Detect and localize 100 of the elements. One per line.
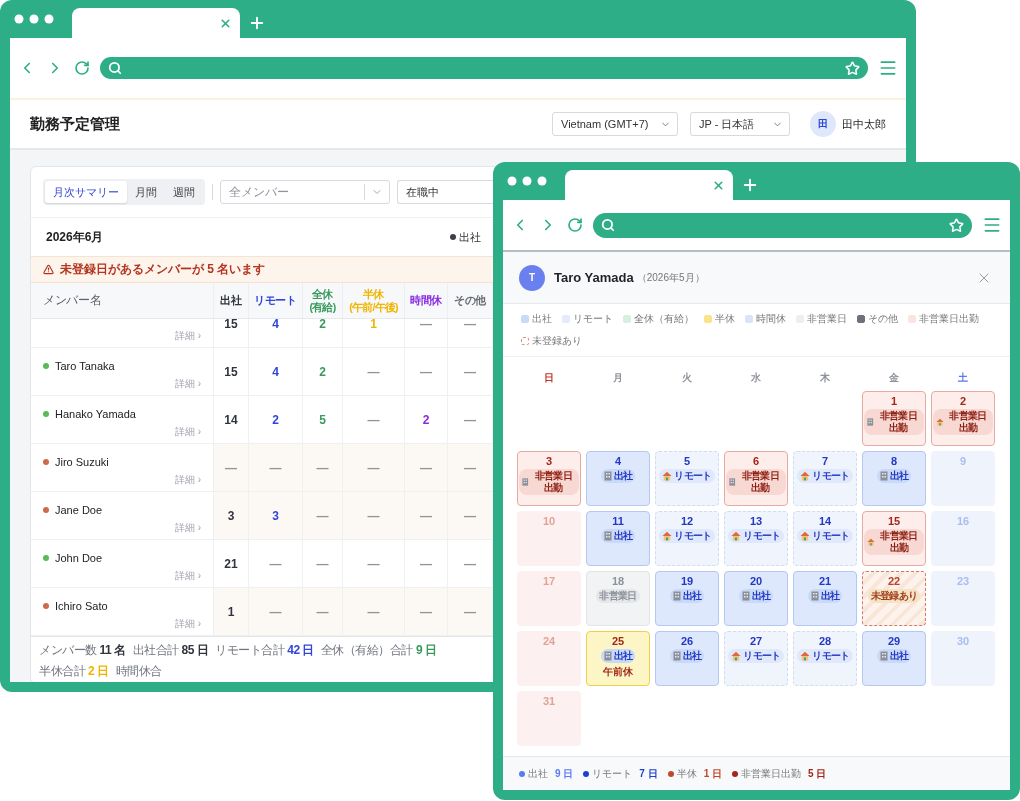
- calendar-day[interactable]: 5 リモート: [655, 451, 719, 506]
- building-icon: [603, 651, 612, 662]
- calendar-day[interactable]: 19 出社: [655, 571, 719, 626]
- legend-label: 出社: [459, 229, 481, 245]
- calendar-day[interactable]: 8 出社: [862, 451, 926, 506]
- star-icon[interactable]: [949, 217, 964, 233]
- house-icon: [867, 537, 875, 548]
- menu-icon[interactable]: [878, 58, 898, 78]
- day-number: 19: [680, 575, 694, 588]
- day-number: 25: [611, 635, 625, 648]
- table-cell: —: [448, 492, 493, 539]
- table-cell: —: [214, 444, 249, 491]
- weekday-label: 金: [888, 371, 900, 385]
- day-number: 8: [890, 455, 898, 468]
- summary-label: 非営業日出勤: [741, 766, 802, 781]
- legend-label: 全休（有給）: [634, 312, 694, 326]
- day-number: 12: [680, 515, 694, 528]
- day-note: 午前休: [603, 665, 633, 680]
- calendar-day[interactable]: 14 リモート: [793, 511, 857, 566]
- calendar-day[interactable]: 11 出社: [586, 511, 650, 566]
- building-icon: [729, 477, 736, 488]
- calendar-day[interactable]: 13 リモート: [724, 511, 788, 566]
- legend-label: 非営業日出勤: [919, 312, 979, 326]
- summary-value: 5 日: [808, 766, 827, 781]
- legend-label: リモート: [573, 312, 613, 326]
- building-icon: [879, 471, 888, 482]
- day-number: 28: [818, 635, 832, 648]
- house-icon: [800, 471, 811, 482]
- column-header: 全休: [311, 288, 334, 301]
- language-select[interactable]: JP - 日本語: [690, 112, 790, 136]
- badge-label: 非営業日出勤: [948, 410, 988, 435]
- calendar-day[interactable]: 27 リモート: [724, 631, 788, 686]
- total-value: 85 日: [181, 643, 209, 657]
- weekday-label: 土: [957, 371, 969, 385]
- building-icon: [672, 591, 681, 602]
- close-icon[interactable]: [712, 178, 725, 192]
- weekday-label: 火: [681, 371, 693, 385]
- house-icon: [731, 531, 742, 542]
- calendar-day[interactable]: 20 出社: [724, 571, 788, 626]
- reload-icon[interactable]: [567, 217, 583, 233]
- day-number: 29: [887, 635, 901, 648]
- badge-label: リモート: [812, 650, 850, 663]
- building-icon: [603, 531, 612, 542]
- star-icon[interactable]: [845, 60, 860, 76]
- member-name: Jane Doe: [55, 504, 103, 517]
- table-cell: —: [249, 444, 303, 491]
- calendar-day[interactable]: 12 リモート: [655, 511, 719, 566]
- timezone-select[interactable]: Vietnam (GMT+7): [552, 112, 678, 136]
- day-number: 9: [959, 455, 967, 468]
- legend-label: その他: [868, 312, 898, 326]
- column-header: 時間休: [409, 294, 443, 307]
- day-number: 30: [956, 635, 970, 648]
- badge-label: 非営業日出勤: [879, 530, 919, 555]
- address-bar[interactable]: [593, 212, 972, 238]
- house-icon: [800, 651, 811, 662]
- calendar-day[interactable]: 2 非営業日出勤: [931, 391, 995, 446]
- day-number: 17: [542, 575, 556, 588]
- table-cell: —: [448, 444, 493, 491]
- summary-label: リモート: [592, 766, 633, 781]
- menu-icon[interactable]: [982, 215, 1002, 235]
- table-cell: 3: [249, 492, 303, 539]
- day-number: 24: [542, 635, 556, 648]
- close-icon[interactable]: [219, 16, 232, 30]
- status-select[interactable]: 在職中: [397, 180, 493, 204]
- column-subheader: (午前/午後): [349, 300, 398, 313]
- member-name: Ichiro Sato: [55, 600, 108, 613]
- table-cell: 3: [214, 492, 249, 539]
- calendar-day[interactable]: 22 未登録あり: [862, 571, 926, 626]
- calendar-day[interactable]: 15 非営業日出勤: [862, 511, 926, 566]
- reload-icon[interactable]: [74, 60, 90, 76]
- day-number: 20: [749, 575, 763, 588]
- summary-value: 7 日: [639, 766, 658, 781]
- day-number: 16: [956, 515, 970, 528]
- calendar-day[interactable]: 3 非営業日出勤: [517, 451, 581, 506]
- calendar-day[interactable]: 4 出社: [586, 451, 650, 506]
- calendar-day[interactable]: 26 出社: [655, 631, 719, 686]
- table-cell: —: [303, 444, 343, 491]
- total-value: 2 日: [88, 664, 109, 678]
- column-header: その他: [453, 294, 487, 307]
- total-label: 出社合計: [132, 643, 179, 657]
- day-number: 7: [821, 455, 829, 468]
- calendar-day[interactable]: 29 出社: [862, 631, 926, 686]
- view-tab[interactable]: 週間: [165, 181, 203, 203]
- calendar-day[interactable]: 1 非営業日出勤: [862, 391, 926, 446]
- total-label: 時間休合: [115, 664, 162, 678]
- view-tab[interactable]: 月間: [127, 181, 165, 203]
- total-value: 11 名: [99, 643, 126, 657]
- avatar[interactable]: 田: [810, 111, 836, 137]
- calendar-day[interactable]: 6 非営業日出勤: [724, 451, 788, 506]
- day-number: 23: [956, 575, 970, 588]
- total-label: 全休（有給）合計: [320, 643, 413, 657]
- calendar-day[interactable]: 7 リモート: [793, 451, 857, 506]
- new-tab-icon[interactable]: [741, 176, 759, 194]
- calendar-day[interactable]: 28 リモート: [793, 631, 857, 686]
- day-number: 6: [752, 455, 760, 468]
- view-tab[interactable]: 月次サマリー: [45, 181, 127, 203]
- new-tab-icon[interactable]: [248, 14, 266, 32]
- calendar-day[interactable]: 25 出社 午前休: [586, 631, 650, 686]
- summary-value: 1 日: [703, 766, 723, 781]
- calendar-day[interactable]: 21 出社: [793, 571, 857, 626]
